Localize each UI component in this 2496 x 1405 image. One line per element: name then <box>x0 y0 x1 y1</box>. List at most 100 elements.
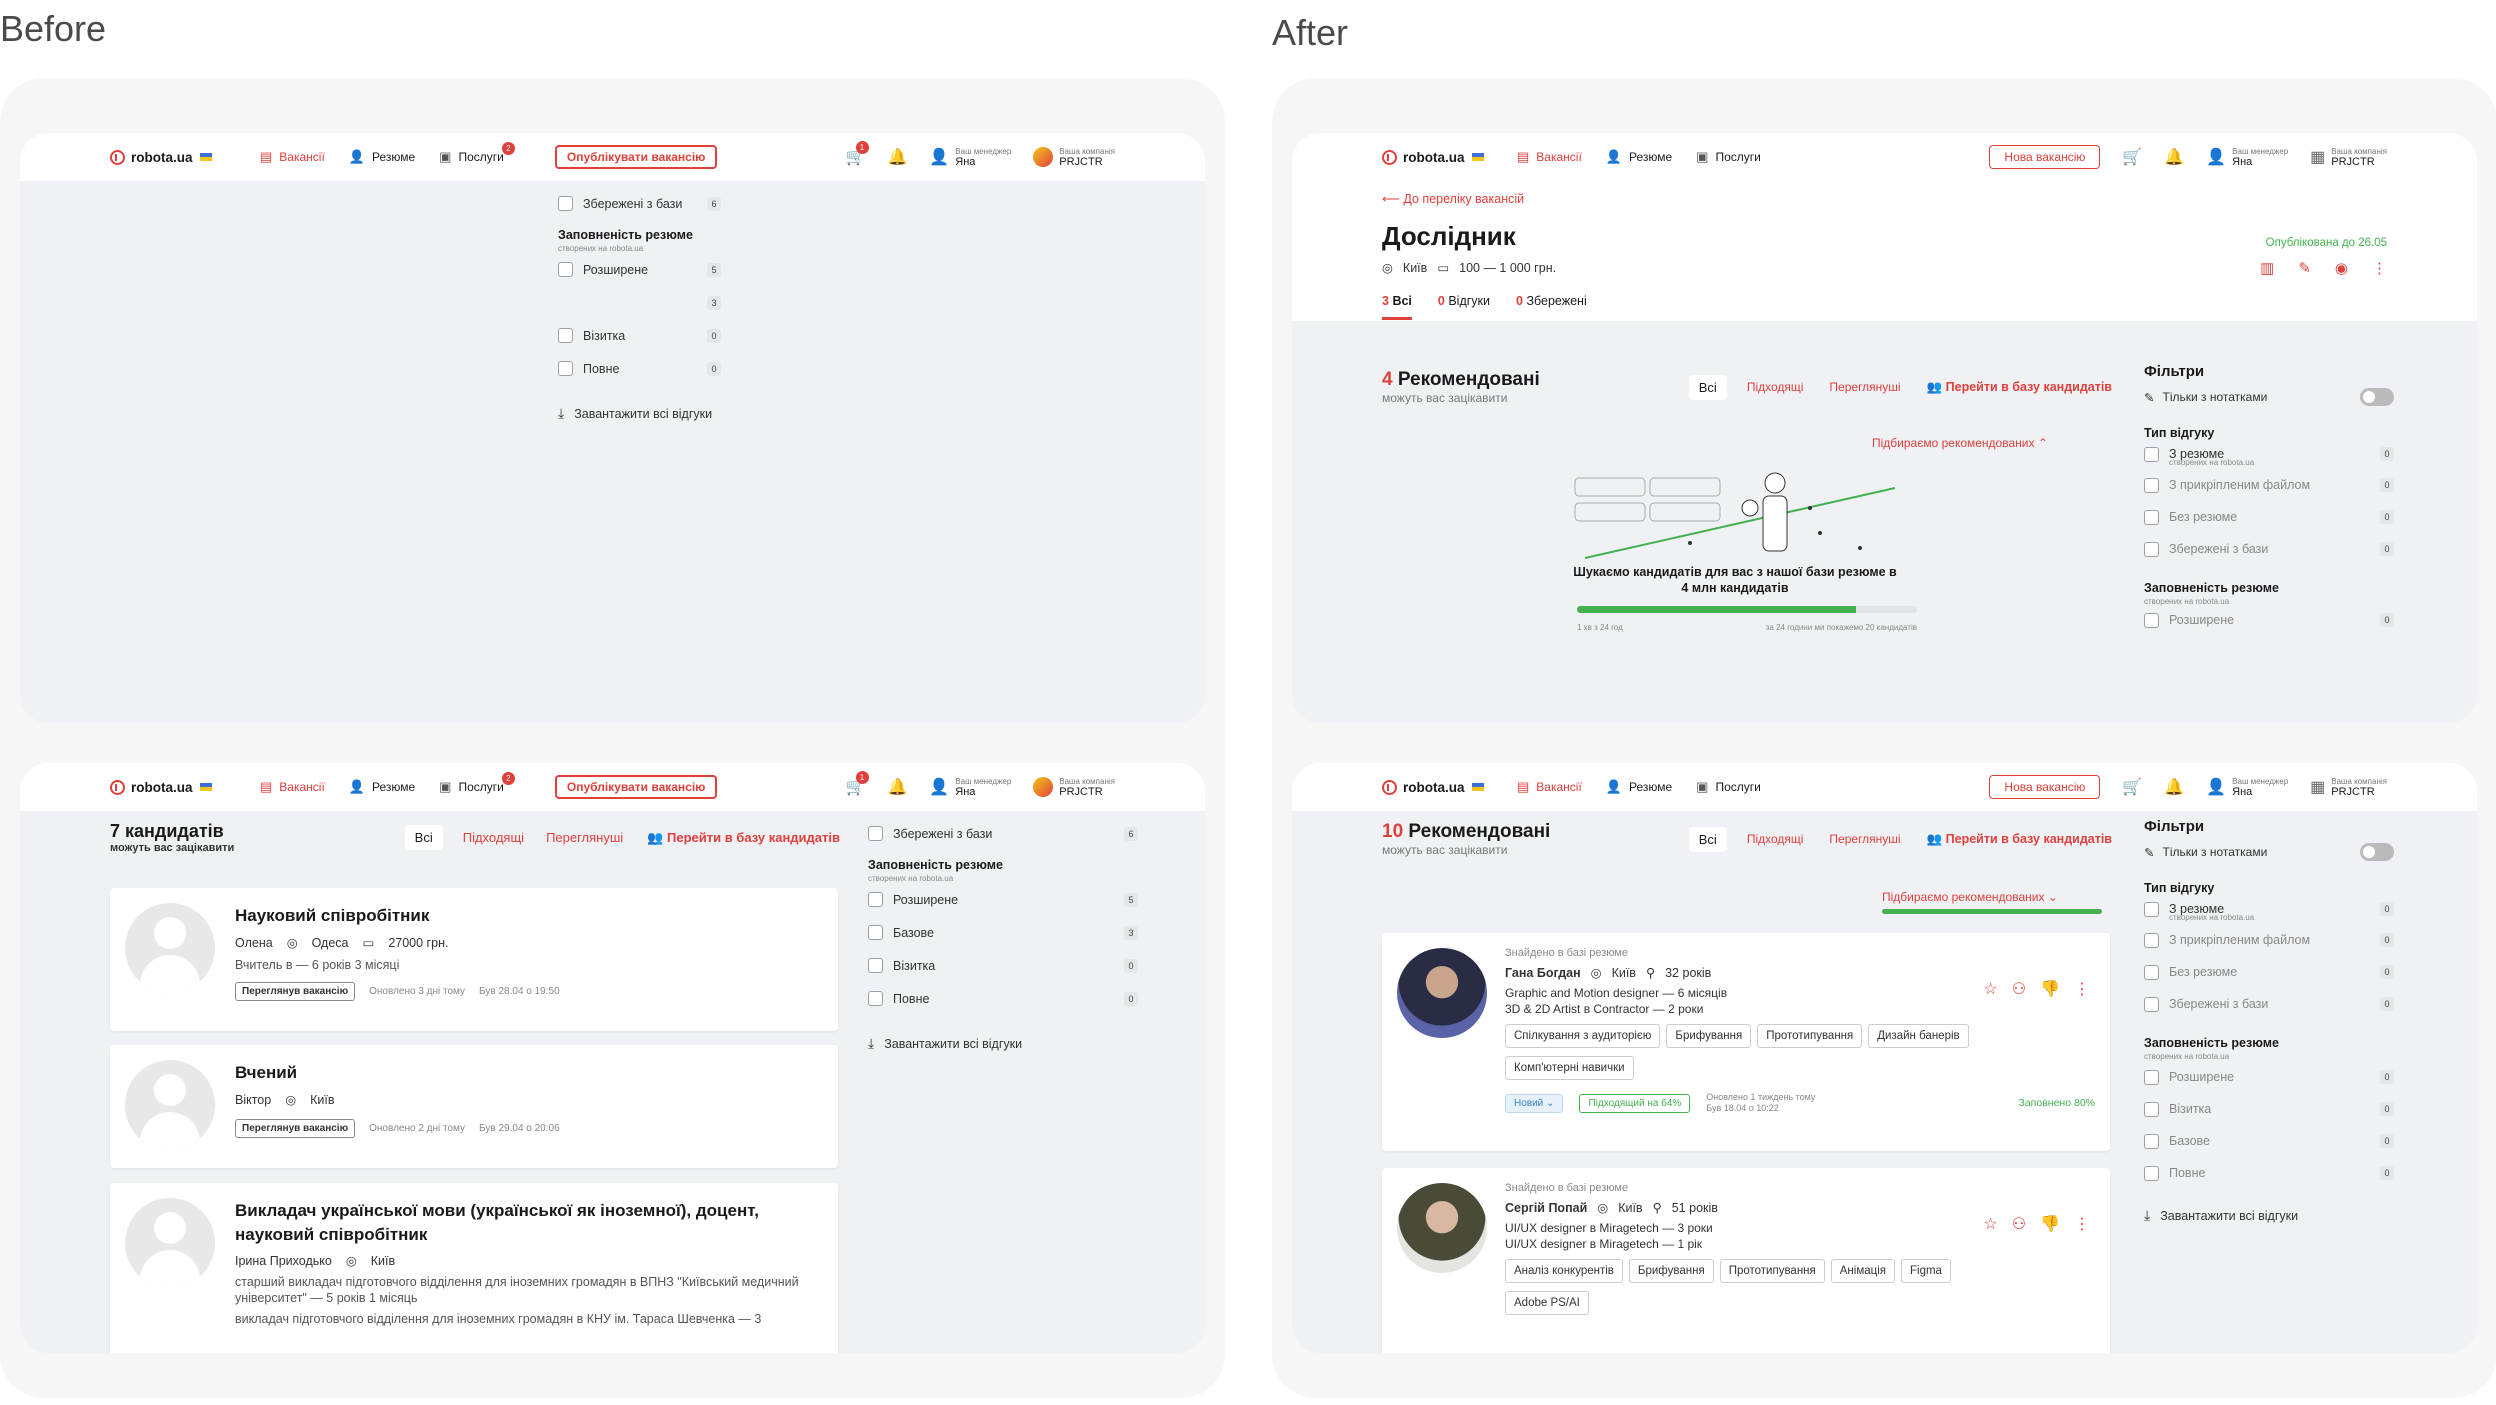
candidate-card[interactable]: Знайдено в базі резюме Сергій Попай ◎ Київ… <box>1382 1168 2110 1353</box>
nav-vacancies[interactable]: ▤ Вакансії <box>1517 149 1582 165</box>
nav-resumes[interactable]: 👤 Резюме <box>1606 779 1672 795</box>
notes-toggle[interactable] <box>2360 388 2394 406</box>
more-icon[interactable]: ⋮ <box>2372 259 2387 277</box>
tab-saved[interactable]: 0 Збережені <box>1516 294 1587 320</box>
nav-services[interactable]: ▣ Послуги <box>1696 149 1761 165</box>
star-icon[interactable]: ☆ <box>1983 979 1997 999</box>
goto-db-link[interactable]: 👥 Перейти в базу кандидатів <box>647 830 840 846</box>
filter-basic[interactable]: Базове 3 <box>868 916 1138 949</box>
tab-all[interactable]: Всі <box>1688 826 1727 852</box>
back-link[interactable]: ⟵ До переліку вакансій <box>1382 191 1524 206</box>
nav-vacancies[interactable]: ▤ Вакансії <box>1517 779 1582 795</box>
candidate-card[interactable]: Науковий співробітник Олена ◎ Одеса ▭ 27000 … <box>110 888 838 1031</box>
filter-saved[interactable]: Збережені з бази 0 <box>2144 533 2394 565</box>
nav-vacancies[interactable]: ▤ Вакансії <box>260 779 325 795</box>
star-icon[interactable]: ☆ <box>1983 1214 1997 1234</box>
status-dropdown[interactable]: Новий ⌄ <box>1505 1093 1564 1113</box>
filter-notes-only[interactable]: ✎ Тільки з нотатками <box>2144 384 2394 410</box>
checkbox[interactable] <box>2144 477 2159 493</box>
manager-info[interactable]: 👤 Ваш менеджер Яна <box>929 777 1011 798</box>
checkbox[interactable] <box>558 196 573 211</box>
checkbox[interactable] <box>2144 964 2159 980</box>
candidate-card[interactable]: Знайдено в базі резюме Гана Богдан ◎ Київ ⚲… <box>1382 933 2110 1151</box>
picking-toggle[interactable]: Підбираємо рекомендованих ⌄ <box>1882 890 2058 904</box>
filter-no-resume[interactable]: Без резюме 0 <box>2144 956 2394 988</box>
publish-vacancy-button[interactable]: Опублікувати вакансію <box>554 775 718 799</box>
invite-icon[interactable]: ⚇ <box>2012 1214 2026 1234</box>
dislike-icon[interactable]: 👎 <box>2040 1214 2060 1234</box>
filter-full[interactable]: Повне 0 <box>558 352 721 385</box>
cart-icon[interactable]: 🛒 <box>2122 147 2142 167</box>
tab-fit[interactable]: Підходящі <box>1747 832 1804 846</box>
filter-card[interactable]: Візитка 0 <box>558 319 721 352</box>
goto-db-link[interactable]: 👥 Перейти в базу кандидатів <box>1927 832 2112 847</box>
filter-saved[interactable]: Збережені з бази 0 <box>2144 988 2394 1020</box>
filter-full[interactable]: Повне 0 <box>868 982 1138 1015</box>
invite-icon[interactable]: ⚇ <box>2012 979 2026 999</box>
checkbox[interactable] <box>2144 1069 2159 1085</box>
candidate-name[interactable]: Гана Богдан <box>1505 966 1581 980</box>
nav-services[interactable]: ▣ Послуги 2 <box>439 141 517 165</box>
logo[interactable]: robota.ua <box>110 149 240 165</box>
bell-icon[interactable]: 🔔 <box>887 777 907 797</box>
download-all-link[interactable]: ⤓ Завантажити всі відгуки <box>2144 1207 2394 1224</box>
notes-toggle[interactable] <box>2360 843 2394 861</box>
candidate-name[interactable]: Сергій Попай <box>1505 1201 1587 1215</box>
more-icon[interactable]: ⋮ <box>2074 1214 2090 1234</box>
company-info[interactable]: ▦ Ваша компанія PRJCTR <box>2310 777 2387 798</box>
download-all-link[interactable]: ⤓ Завантажити всі відгуки <box>868 1035 1138 1052</box>
manager-info[interactable]: 👤 Ваш менеджер Яна <box>929 147 1011 168</box>
tab-all[interactable]: Всі <box>404 825 443 850</box>
checkbox[interactable] <box>868 892 883 907</box>
edit-icon[interactable]: ✎ <box>2298 259 2311 277</box>
stats-icon[interactable]: ▥ <box>2260 259 2274 277</box>
download-all-link[interactable]: ⤓ Завантажити всі відгуки <box>558 405 721 422</box>
checkbox[interactable] <box>2144 446 2159 462</box>
publish-vacancy-button[interactable]: Опублікувати вакансію <box>554 145 718 169</box>
candidate-title[interactable]: Викладач української мови (української я… <box>235 1199 820 1247</box>
tab-viewed[interactable]: Переглянуші <box>1829 832 1900 846</box>
checkbox[interactable] <box>2144 932 2159 948</box>
bell-icon[interactable]: 🔔 <box>887 147 907 167</box>
checkbox[interactable] <box>2144 1165 2159 1181</box>
checkbox[interactable] <box>868 826 883 841</box>
cart-icon[interactable]: 🛒 1 <box>846 141 869 167</box>
company-info[interactable]: ▦ Ваша компанія PRJCTR <box>2310 147 2387 168</box>
dislike-icon[interactable]: 👎 <box>2040 979 2060 999</box>
checkbox[interactable] <box>2144 996 2159 1012</box>
company-info[interactable]: Ваша компанія PRJCTR <box>1033 147 1115 168</box>
bell-icon[interactable]: 🔔 <box>2164 147 2184 167</box>
logo[interactable]: robota.ua <box>110 779 240 795</box>
tab-viewed[interactable]: Переглянуші <box>546 830 623 845</box>
candidate-title[interactable]: Вчений <box>235 1063 560 1083</box>
checkbox[interactable] <box>558 361 573 376</box>
bell-icon[interactable]: 🔔 <box>2164 777 2184 797</box>
new-vacancy-button[interactable]: Нова вакансію <box>1989 145 2101 169</box>
candidate-title[interactable]: Науковий співробітник <box>235 906 560 926</box>
filter-saved[interactable]: Збережені з бази 6 <box>558 187 721 220</box>
picking-toggle[interactable]: Підбираємо рекомендованих ⌃ <box>1872 436 2048 450</box>
filter-saved[interactable]: Збережені з бази 6 <box>868 817 1138 850</box>
nav-services[interactable]: ▣ Послуги 2 <box>439 771 517 795</box>
filter-basic[interactable]: Базове 0 <box>2144 1125 2394 1157</box>
nav-resumes[interactable]: 👤 Резюме <box>349 149 415 165</box>
nav-services[interactable]: ▣ Послуги <box>1696 779 1761 795</box>
checkbox[interactable] <box>2144 1101 2159 1117</box>
filter-notes-only[interactable]: ✎ Тільки з нотатками <box>2144 839 2394 865</box>
filter-extended[interactable]: Розширене 0 <box>2144 1061 2394 1093</box>
cart-icon[interactable]: 🛒 1 <box>846 771 869 797</box>
checkbox[interactable] <box>868 991 883 1006</box>
filter-card[interactable]: Візитка 0 <box>868 949 1138 982</box>
tab-all[interactable]: 3 Всі <box>1382 294 1412 320</box>
manager-info[interactable]: 👤 Ваш менеджер Яна <box>2206 147 2288 168</box>
more-icon[interactable]: ⋮ <box>2074 979 2090 999</box>
company-info[interactable]: Ваша компанія PRJCTR <box>1033 777 1115 798</box>
checkbox[interactable] <box>2144 509 2159 525</box>
candidate-card[interactable]: Вчений Віктор ◎ Київ Переглянув вакансію Он… <box>110 1045 838 1168</box>
nav-resumes[interactable]: 👤 Резюме <box>349 779 415 795</box>
logo[interactable]: robota.ua <box>1382 779 1512 795</box>
filter-no-resume[interactable]: Без резюме 0 <box>2144 501 2394 533</box>
filter-with-file[interactable]: З прикріпленим файлом 0 <box>2144 924 2394 956</box>
filter-full[interactable]: Повне 0 <box>2144 1157 2394 1189</box>
eye-icon[interactable]: ◉ <box>2335 259 2348 277</box>
